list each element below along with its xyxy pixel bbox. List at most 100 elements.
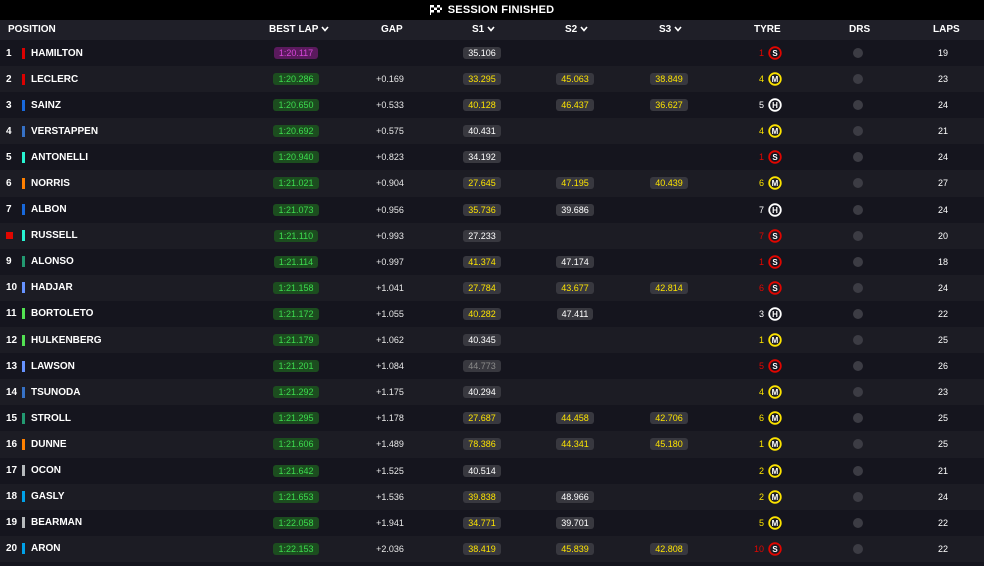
tyre-cell: 1 S [748, 144, 788, 170]
sector-2-time: 45.063 [556, 73, 594, 86]
timing-table-body: 1 HAMILTON 1:20.117 35.106 1 S 19 2 LECL… [0, 40, 984, 562]
drs-cell [852, 275, 864, 301]
table-row[interactable]: 15 STROLL 1:21.295 +1.178 27.687 44.458 … [0, 405, 984, 432]
table-row[interactable]: 20 ARON 1:22.153 +2.036 38.419 45.839 42… [0, 535, 984, 562]
tyre-cell: 1 M [748, 431, 788, 457]
drs-cell [852, 301, 864, 327]
gap-value: +0.823 [376, 152, 404, 163]
laps-value: 22 [937, 543, 948, 554]
table-row[interactable]: 19 BEARMAN 1:22.058 +1.941 34.771 39.701… [0, 509, 984, 536]
best-lap-cell: 1:21.201 [273, 353, 319, 379]
chevron-down-icon [487, 26, 495, 33]
best-lap-time: 1:21.292 [273, 386, 319, 399]
chevron-down-icon [580, 26, 588, 33]
sector-2-cell [553, 223, 597, 249]
table-row[interactable]: 1 HAMILTON 1:20.117 35.106 1 S 19 [0, 40, 984, 67]
laps-value: 27 [937, 178, 948, 189]
gap-value: +2.036 [376, 543, 404, 554]
table-row[interactable]: 12 HULKENBERG 1:21.179 +1.062 40.345 1 M… [0, 327, 984, 354]
svg-text:M: M [772, 388, 779, 397]
svg-text:M: M [772, 179, 779, 188]
best-lap-cell: 1:21.179 [273, 327, 319, 353]
sector-2-time: 44.458 [556, 412, 594, 425]
table-row[interactable]: 16 DUNNE 1:21.606 +1.489 78.386 44.341 4… [0, 431, 984, 458]
table-row[interactable]: 11 BORTOLETO 1:21.172 +1.055 40.282 47.4… [0, 300, 984, 328]
drs-indicator [853, 491, 863, 502]
position-number: 10 [6, 282, 18, 294]
team-color-bar [22, 334, 25, 346]
sector-2-cell: 44.458 [553, 405, 597, 431]
team-color-bar [22, 73, 25, 85]
sector-1-time: 40.282 [463, 307, 501, 320]
col-s2[interactable]: S2 [565, 20, 588, 40]
sector-2-time: 46.437 [556, 99, 594, 112]
driver-name: GASLY [31, 491, 65, 503]
laps-value: 25 [937, 413, 948, 424]
table-row[interactable]: 9 ALONSO 1:21.114 +0.997 41.374 47.174 1… [0, 248, 984, 275]
tyre-age: 4 [758, 126, 764, 137]
laps-value: 22 [937, 517, 948, 528]
sector-1-time: 35.106 [463, 47, 501, 59]
col-best-lap[interactable]: BEST LAP [269, 20, 330, 40]
best-lap-time: 1:21.295 [273, 412, 319, 425]
position-number: 14 [6, 386, 18, 398]
table-row[interactable]: 10 HADJAR 1:21.158 +1.041 27.784 43.677 … [0, 274, 984, 301]
table-row[interactable]: 5 ANTONELLI 1:20.940 +0.823 34.192 1 S 2… [0, 144, 984, 171]
drs-indicator [853, 439, 863, 450]
table-row[interactable]: RUSSELL 1:21.110 +0.993 27.233 7 S 20 [0, 222, 984, 249]
sector-1-time: 27.784 [463, 281, 501, 294]
table-row[interactable]: 6 NORRIS 1:21.021 +0.904 27.645 47.195 4… [0, 170, 984, 197]
tyre-cell: 4 M [748, 118, 788, 144]
best-lap-cell: 1:21.642 [273, 458, 319, 484]
table-row[interactable]: 3 SAINZ 1:20.650 +0.533 40.128 46.437 36… [0, 92, 984, 119]
team-color-bar [22, 543, 25, 555]
table-row[interactable]: 7 ALBON 1:21.073 +0.956 35.736 39.686 7 … [0, 196, 984, 223]
sector-2-cell: 43.677 [553, 275, 597, 301]
position-number: 20 [6, 543, 18, 555]
tyre-age: 6 [758, 282, 764, 293]
sector-3-cell: 42.808 [647, 536, 691, 562]
gap-value: +1.041 [376, 282, 404, 293]
best-lap-time: 1:21.073 [273, 203, 319, 216]
sector-2-time: 47.195 [556, 177, 594, 190]
tyre-cell: 1 S [748, 40, 788, 66]
sector-2-time: 39.701 [556, 516, 594, 529]
sector-1-cell: 34.192 [460, 144, 504, 170]
sector-1-time: 27.687 [463, 412, 501, 425]
tyre-cell: 5 S [748, 353, 788, 379]
svg-text:M: M [772, 492, 779, 501]
drs-cell [852, 170, 864, 196]
position-number: 6 [6, 177, 12, 189]
laps-value: 25 [937, 439, 948, 450]
table-row[interactable]: 2 LECLERC 1:20.286 +0.169 33.295 45.063 … [0, 66, 984, 93]
table-row[interactable]: 13 LAWSON 1:21.201 +1.084 44.773 5 S 26 [0, 353, 984, 380]
col-s1[interactable]: S1 [472, 20, 495, 40]
best-lap-time: 1:22.058 [273, 516, 319, 529]
sector-2-cell [553, 40, 597, 66]
drs-cell [852, 327, 864, 353]
sector-3-cell [647, 484, 691, 510]
table-row[interactable]: 17 OCON 1:21.642 +1.525 40.514 2 M 21 [0, 457, 984, 484]
svg-text:M: M [772, 127, 779, 136]
table-row[interactable]: 4 VERSTAPPEN 1:20.692 +0.575 40.431 4 M … [0, 118, 984, 145]
drs-cell [852, 223, 864, 249]
team-color-bar [22, 177, 25, 189]
soft-tyre-icon: S [768, 150, 782, 165]
tyre-cell: 7 H [748, 197, 788, 223]
tyre-age: 7 [758, 204, 764, 215]
gap-value: +1.062 [376, 335, 404, 346]
sector-3-cell: 42.814 [647, 275, 691, 301]
medium-tyre-icon: M [768, 411, 782, 426]
table-row[interactable]: 18 GASLY 1:21.653 +1.536 39.838 48.966 2… [0, 483, 984, 510]
gap-value: +1.536 [376, 491, 404, 502]
sector-2-cell: 46.437 [553, 92, 597, 118]
tyre-cell: 3 H [748, 301, 788, 327]
best-lap-cell: 1:21.653 [273, 484, 319, 510]
tyre-cell: 7 S [748, 223, 788, 249]
table-row[interactable]: 14 TSUNODA 1:21.292 +1.175 40.294 4 M 23 [0, 379, 984, 406]
col-s3[interactable]: S3 [659, 20, 682, 40]
sector-3-cell: 38.849 [647, 66, 691, 92]
medium-tyre-icon: M [768, 437, 782, 452]
tyre-age: 1 [758, 335, 764, 346]
drs-indicator [853, 335, 863, 346]
